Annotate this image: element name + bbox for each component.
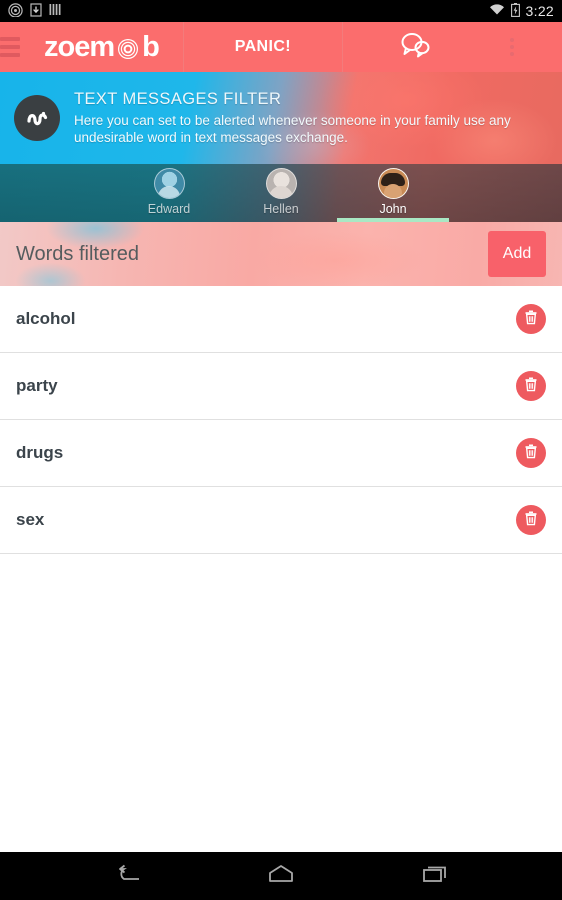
chat-bubbles-icon [400, 32, 432, 63]
profile-tab-label: Edward [147, 202, 191, 216]
logo-text-start: zoem [44, 30, 115, 63]
avatar-edward [153, 168, 185, 199]
status-bar-left-icons [8, 2, 62, 20]
filtered-words-list: alcohol party drugs sex [0, 286, 562, 554]
trash-icon [524, 511, 538, 529]
radar-icon [8, 2, 23, 20]
word-label: drugs [16, 443, 64, 462]
table-row[interactable]: drugs [0, 420, 562, 487]
words-filtered-header: Words filtered Add [0, 222, 562, 286]
delete-word-button[interactable] [516, 371, 546, 401]
status-bar-right-icons: 3:22 [489, 2, 554, 20]
word-label: party [16, 376, 58, 395]
profile-tab-hellen[interactable]: Hellen [225, 164, 337, 222]
chat-button[interactable] [343, 32, 489, 63]
trash-icon [524, 444, 538, 462]
appbar-divider-right [341, 22, 343, 72]
overflow-menu-icon[interactable] [489, 38, 535, 56]
status-bar-clock: 3:22 [525, 3, 554, 19]
active-tab-underline [337, 218, 449, 222]
profile-tab-label: Hellen [263, 202, 299, 216]
profile-tab-john[interactable]: John [337, 164, 449, 222]
target-icon [113, 32, 143, 62]
back-button[interactable] [102, 852, 152, 900]
profile-tab-edward[interactable]: Edward [113, 164, 225, 222]
logo-text-end: b [142, 30, 160, 63]
feature-banner: TEXT MESSAGES FILTER Here you can set to… [0, 72, 562, 164]
word-label: alcohol [16, 309, 76, 328]
banner-description: Here you can set to be alerted whenever … [74, 113, 511, 145]
profile-tab-label: John [379, 202, 407, 216]
wifi-icon [489, 3, 505, 19]
avatar-hellen [265, 168, 297, 199]
recents-icon [420, 863, 450, 890]
app-bar: zoem b PANIC! [0, 22, 562, 72]
section-title: Words filtered [16, 242, 140, 265]
android-navigation-bar [0, 852, 562, 900]
trash-icon [524, 310, 538, 328]
status-bar: 3:22 [0, 0, 562, 22]
table-row[interactable]: alcohol [0, 286, 562, 353]
word-label: sex [16, 510, 45, 529]
home-button[interactable] [256, 852, 306, 900]
delete-word-button[interactable] [516, 304, 546, 334]
app-logo: zoem b [44, 30, 160, 64]
table-row[interactable]: sex [0, 487, 562, 554]
recents-button[interactable] [410, 852, 460, 900]
download-icon [30, 2, 42, 20]
appbar-divider-left [182, 22, 184, 72]
squiggle-message-icon [14, 95, 60, 141]
panic-button[interactable]: PANIC! [184, 38, 342, 56]
battery-charging-icon [510, 2, 520, 20]
table-row[interactable]: party [0, 353, 562, 420]
delete-word-button[interactable] [516, 438, 546, 468]
add-button[interactable]: Add [488, 231, 546, 277]
banner-text-block: TEXT MESSAGES FILTER Here you can set to… [74, 90, 544, 146]
home-icon [266, 863, 296, 890]
delete-word-button[interactable] [516, 505, 546, 535]
profile-tabs: Edward Hellen John [0, 164, 562, 222]
signal-bars-icon [49, 3, 62, 19]
banner-title: TEXT MESSAGES FILTER [74, 90, 282, 108]
trash-icon [524, 377, 538, 395]
avatar-john [377, 168, 409, 199]
hamburger-menu-icon[interactable] [0, 22, 28, 72]
back-arrow-icon [112, 863, 142, 890]
